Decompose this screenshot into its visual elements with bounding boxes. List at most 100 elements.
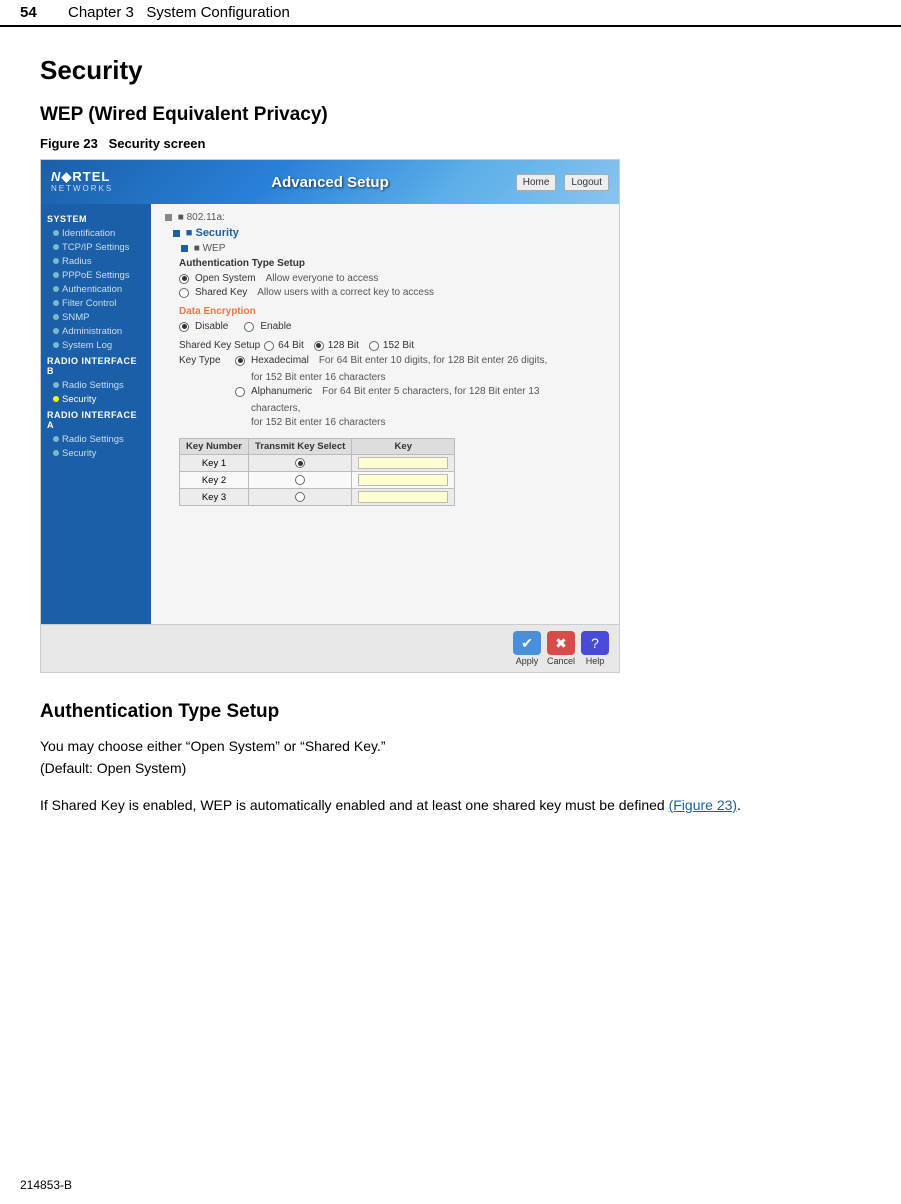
- bullet-icon: [53, 244, 59, 250]
- radio-64bit[interactable]: [264, 341, 274, 351]
- radio-open-system-row: Open System Allow everyone to access: [179, 273, 605, 284]
- shared-key-setup-block: Shared Key Setup 64 Bit 128 Bit 152 Bit …: [179, 340, 605, 428]
- header-nav: Home Logout: [516, 174, 609, 191]
- shared-key-row: Shared Key Setup 64 Bit 128 Bit 152 Bit: [179, 340, 605, 351]
- bullet-icon: [53, 300, 59, 306]
- alpha-row: Alphanumeric For 64 Bit enter 5 characte…: [235, 386, 547, 397]
- radio-disable[interactable]: [179, 322, 189, 332]
- key1-label: Key 1: [180, 455, 249, 472]
- disable-label: Disable: [195, 321, 228, 332]
- figure-label: Figure 23 Security screen: [40, 136, 861, 151]
- screenshot-body: SYSTEM Identification TCP/IP Settings Ra…: [41, 204, 619, 624]
- sidebar-item-identification[interactable]: Identification: [41, 226, 151, 240]
- sidebar-item-snmp[interactable]: SNMP: [41, 310, 151, 324]
- radio-shared-key[interactable]: [179, 288, 189, 298]
- sidebar-item-authentication[interactable]: Authentication: [41, 282, 151, 296]
- bullet-icon: [53, 286, 59, 292]
- col-key-number: Key Number: [180, 439, 249, 455]
- key1-input[interactable]: [358, 457, 448, 469]
- hex-desc: For 64 Bit enter 10 digits, for 128 Bit …: [319, 355, 547, 366]
- bullet-icon: [53, 382, 59, 388]
- bit128-label: 128 Bit: [328, 340, 359, 351]
- page-header: 54 Chapter 3 System Configuration: [0, 0, 901, 27]
- help-icon: ?: [581, 631, 609, 655]
- page-content: Security WEP (Wired Equivalent Privacy) …: [0, 27, 901, 890]
- data-enc-radio-row: Disable Enable: [179, 321, 605, 332]
- cancel-icon: ✖: [547, 631, 575, 655]
- shared-key-setup-label: Shared Key Setup: [179, 340, 260, 351]
- auth-setup-title: Authentication Type Setup: [40, 701, 861, 723]
- key2-label: Key 2: [180, 472, 249, 489]
- auth-type-block: Authentication Type Setup Open System Al…: [179, 258, 605, 298]
- key3-input-cell: [352, 489, 455, 506]
- sidebar-item-radio-b-security[interactable]: Security: [41, 392, 151, 406]
- auth-paragraph2: If Shared Key is enabled, WEP is automat…: [40, 794, 861, 816]
- alphanumeric-label: Alphanumeric: [251, 386, 312, 397]
- sidebar-item-radio-a-security[interactable]: Security: [41, 446, 151, 460]
- key3-input[interactable]: [358, 491, 448, 503]
- sidebar-item-radio-a-settings[interactable]: Radio Settings: [41, 432, 151, 446]
- bullet-icon: [53, 328, 59, 334]
- help-button[interactable]: ? Help: [581, 631, 609, 666]
- page-footer: 214853-B: [20, 1178, 72, 1192]
- radio-128bit[interactable]: [314, 341, 324, 351]
- nortel-networks: NETWORKS: [51, 185, 113, 194]
- data-encryption-block: Data Encryption Disable Enable: [179, 306, 605, 332]
- key-row-2: Key 2: [180, 472, 455, 489]
- data-enc-title: Data Encryption: [179, 306, 605, 317]
- sidebar-item-administration[interactable]: Administration: [41, 324, 151, 338]
- bit64-label: 64 Bit: [278, 340, 304, 351]
- screenshot-footer: ✔ Apply ✖ Cancel ? Help: [41, 624, 619, 672]
- radio-enable[interactable]: [244, 322, 254, 332]
- nortel-header: N◆RTEL NETWORKS Advanced Setup Home Logo…: [41, 160, 619, 204]
- radio-152bit[interactable]: [369, 341, 379, 351]
- home-button[interactable]: Home: [516, 174, 557, 191]
- col-transmit-key: Transmit Key Select: [248, 439, 351, 455]
- sidebar-item-radio-b-settings[interactable]: Radio Settings: [41, 378, 151, 392]
- nortel-name: N◆RTEL: [51, 170, 113, 184]
- bullet-icon: [53, 396, 59, 402]
- wep-subsection-title: WEP (Wired Equivalent Privacy): [40, 104, 861, 126]
- radio-key3[interactable]: [295, 492, 305, 502]
- bullet-icon: [53, 450, 59, 456]
- shared-key-desc: Allow users with a correct key to access: [257, 287, 434, 298]
- key2-radio-cell: [248, 472, 351, 489]
- logout-button[interactable]: Logout: [564, 174, 609, 191]
- figure-screenshot: N◆RTEL NETWORKS Advanced Setup Home Logo…: [40, 159, 620, 673]
- key-table: Key Number Transmit Key Select Key Key 1: [179, 438, 455, 506]
- radio-alphanumeric[interactable]: [235, 387, 245, 397]
- bullet-icon: [53, 342, 59, 348]
- sidebar-group-radio-b: RADIO INTERFACE B: [41, 352, 151, 378]
- hex-desc2: for 152 Bit enter 16 characters: [251, 372, 547, 383]
- cancel-button[interactable]: ✖ Cancel: [547, 631, 575, 666]
- sidebar-item-syslog[interactable]: System Log: [41, 338, 151, 352]
- bit152-label: 152 Bit: [383, 340, 414, 351]
- key1-radio-cell: [248, 455, 351, 472]
- screenshot-container: N◆RTEL NETWORKS Advanced Setup Home Logo…: [41, 160, 619, 672]
- sidebar-item-filter[interactable]: Filter Control: [41, 296, 151, 310]
- radio-key2[interactable]: [295, 475, 305, 485]
- bullet-icon: [53, 230, 59, 236]
- sq-icon-blue: [173, 230, 180, 237]
- key3-radio-cell: [248, 489, 351, 506]
- section-title: Security: [40, 55, 861, 86]
- alpha-desc2: characters,: [251, 403, 547, 414]
- figure-ref-link[interactable]: (Figure 23): [669, 797, 737, 813]
- radio-open-system[interactable]: [179, 274, 189, 284]
- apply-icon: ✔: [513, 631, 541, 655]
- apply-button[interactable]: ✔ Apply: [513, 631, 541, 666]
- main-content: ■ 802.11a: ■ Security ■ WEP Authenticati…: [151, 204, 619, 624]
- sidebar-item-tcpip[interactable]: TCP/IP Settings: [41, 240, 151, 254]
- key2-input-cell: [352, 472, 455, 489]
- sq-icon-blue2: [181, 245, 188, 252]
- breadcrumb-802: ■ 802.11a:: [165, 212, 605, 223]
- radio-shared-key-row: Shared Key Allow users with a correct ke…: [179, 287, 605, 298]
- sidebar-item-radius[interactable]: Radius: [41, 254, 151, 268]
- header-title: Advanced Setup: [271, 174, 389, 191]
- bullet-icon: [53, 258, 59, 264]
- radio-key1[interactable]: [295, 458, 305, 468]
- key2-input[interactable]: [358, 474, 448, 486]
- sidebar-item-pppoe[interactable]: PPPoE Settings: [41, 268, 151, 282]
- bullet-icon: [53, 436, 59, 442]
- radio-hexadecimal[interactable]: [235, 356, 245, 366]
